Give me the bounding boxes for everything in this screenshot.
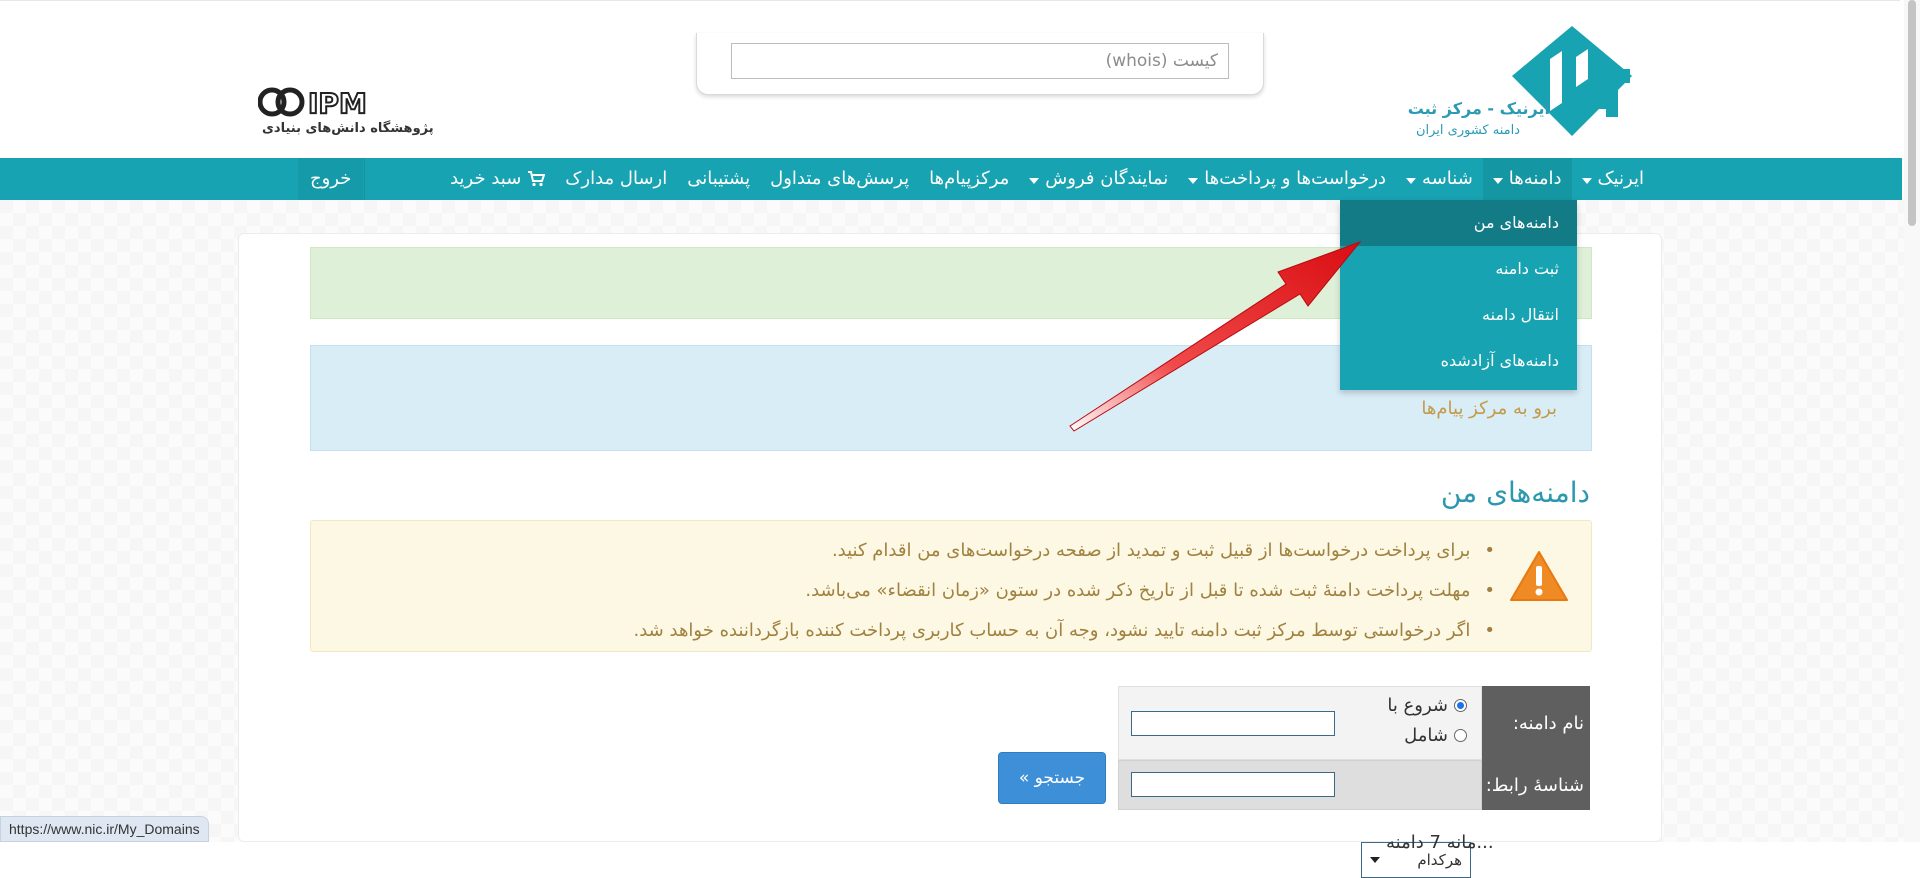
note-item: مهلت پرداخت دامنهٔ ثبت شده تا قبل از تار… (634, 571, 1495, 611)
domain-name-input[interactable] (1131, 711, 1335, 736)
irnic-logo[interactable]: ایرنیک - مرکز ثبت دامنه کشوری ایران (1407, 21, 1640, 143)
results-count-text: ...مانه 7 دامنه (1386, 832, 1494, 853)
chevron-down-icon (1370, 857, 1380, 863)
chevron-down-icon (1406, 177, 1417, 184)
ipm-logo[interactable]: IPM پژوهشگاه دانش‌های بنیادی (258, 85, 448, 141)
site-header: ایرنیک - مرکز ثبت دامنه کشوری ایران IPM … (0, 0, 1900, 158)
brand-subtitle: دامنه کشوری ایران (1415, 123, 1520, 138)
warning-icon (1510, 551, 1568, 601)
dropdown-item-released-domains[interactable]: دامنه‌های آزادشده (1340, 338, 1577, 384)
nav-item-faq[interactable]: پرسش‌های متداول (760, 158, 919, 200)
nav-item-send-documents[interactable]: ارسال مدارک (555, 158, 677, 200)
warning-notes: برای پرداخت درخواست‌ها از قبیل ثبت و تمد… (310, 520, 1592, 652)
nav-item-requests-payments[interactable]: درخواست‌ها و پرداخت‌ها (1178, 158, 1396, 200)
nav-item-label: پرسش‌های متداول (770, 168, 910, 189)
domain-search-form: نام دامنه: شناسهٔ رابط: شروع با شامل هرک… (1118, 686, 1590, 878)
search-button[interactable]: جستجو » (998, 752, 1106, 804)
nav-item-cart[interactable]: سبد خرید (440, 158, 555, 200)
chevron-down-icon (1029, 177, 1040, 184)
nav-item-label: مرکزپیام‌ها (929, 168, 1010, 189)
radio-label: شروع با (1387, 695, 1448, 716)
nav-item-resellers[interactable]: نمایندگان فروش (1019, 158, 1178, 200)
dropdown-item-transfer-domain[interactable]: انتقال دامنه (1340, 292, 1577, 338)
nav-item-support[interactable]: پشتیبانی (677, 158, 760, 200)
irnic-logo-mark-icon (1512, 26, 1632, 136)
dropdown-item-register-domain[interactable]: ثبت دامنه (1340, 246, 1577, 292)
main-navbar: ایرنیک دامنه‌ها شناسه درخواست‌ها و پرداخ… (0, 158, 1902, 200)
scrollbar-thumb[interactable] (1908, 0, 1916, 226)
logout-button[interactable]: خروج (298, 158, 364, 200)
notes-list: برای پرداخت درخواست‌ها از قبیل ثبت و تمد… (634, 531, 1495, 651)
contact-id-cell: هرکدام (1118, 760, 1482, 878)
radio-starts-with[interactable]: شروع با (1387, 695, 1467, 716)
radio-contains[interactable]: شامل (1404, 725, 1467, 746)
domains-dropdown-menu: دامنه‌های من ثبت دامنه انتقال دامنه دامن… (1340, 200, 1577, 390)
chevron-down-icon (1581, 177, 1592, 184)
nav-item-label: ایرنیک (1597, 168, 1645, 189)
nav-item-message-center[interactable]: مرکزپیام‌ها (919, 158, 1019, 200)
radio-label: شامل (1404, 725, 1448, 746)
select-value: هرکدام (1417, 851, 1462, 869)
nav-item-contact-id[interactable]: شناسه (1396, 158, 1483, 200)
chevron-down-icon (1492, 177, 1503, 184)
radio-button[interactable] (1454, 729, 1467, 742)
cart-icon (528, 171, 546, 187)
radio-button[interactable] (1454, 699, 1467, 712)
page-title: دامنه‌های من (1440, 476, 1590, 509)
domain-name-cell: شروع با شامل (1118, 686, 1482, 760)
nav-item-label: سبد خرید (450, 168, 522, 189)
status-bar-url: https://www.nic.ir/My_Domains (0, 816, 209, 842)
domain-name-label: نام دامنه: (1482, 686, 1590, 760)
whois-panel (696, 33, 1264, 95)
whois-search-input[interactable] (731, 43, 1229, 79)
ipm-logo-mark-icon: IPM (258, 86, 368, 119)
contact-id-input[interactable] (1131, 772, 1335, 797)
nav-item-label: دامنه‌ها (1508, 168, 1562, 189)
nav-item-irnic[interactable]: ایرنیک (1572, 158, 1655, 200)
brand-title: ایرنیک - مرکز ثبت (1407, 99, 1550, 118)
dropdown-item-my-domains[interactable]: دامنه‌های من (1340, 200, 1577, 246)
contact-id-label: شناسهٔ رابط: (1482, 760, 1590, 810)
note-item: برای پرداخت درخواست‌ها از قبیل ثبت و تمد… (634, 531, 1495, 571)
note-item: اگر درخواستی توسط مرکز ثبت دامنه تایید ن… (634, 611, 1495, 651)
nav-item-label: نمایندگان فروش (1045, 168, 1169, 189)
ipm-logo-text: IPM (308, 87, 367, 119)
nav-item-label: ارسال مدارک (565, 168, 668, 189)
nav-divider (364, 158, 365, 200)
ipm-caption: پژوهشگاه دانش‌های بنیادی (262, 121, 434, 136)
nav-item-label: شناسه (1422, 168, 1473, 189)
nav-menu: ایرنیک دامنه‌ها شناسه درخواست‌ها و پرداخ… (440, 158, 1654, 200)
nav-item-label: پشتیبانی (687, 168, 751, 189)
nav-item-domains[interactable]: دامنه‌ها (1482, 158, 1572, 200)
nav-item-label: درخواست‌ها و پرداخت‌ها (1204, 168, 1387, 189)
vertical-scrollbar[interactable] (1904, 0, 1920, 842)
chevron-down-icon (1188, 177, 1199, 184)
message-center-link[interactable]: برو به مرکز پیام‌ها (1421, 398, 1557, 419)
